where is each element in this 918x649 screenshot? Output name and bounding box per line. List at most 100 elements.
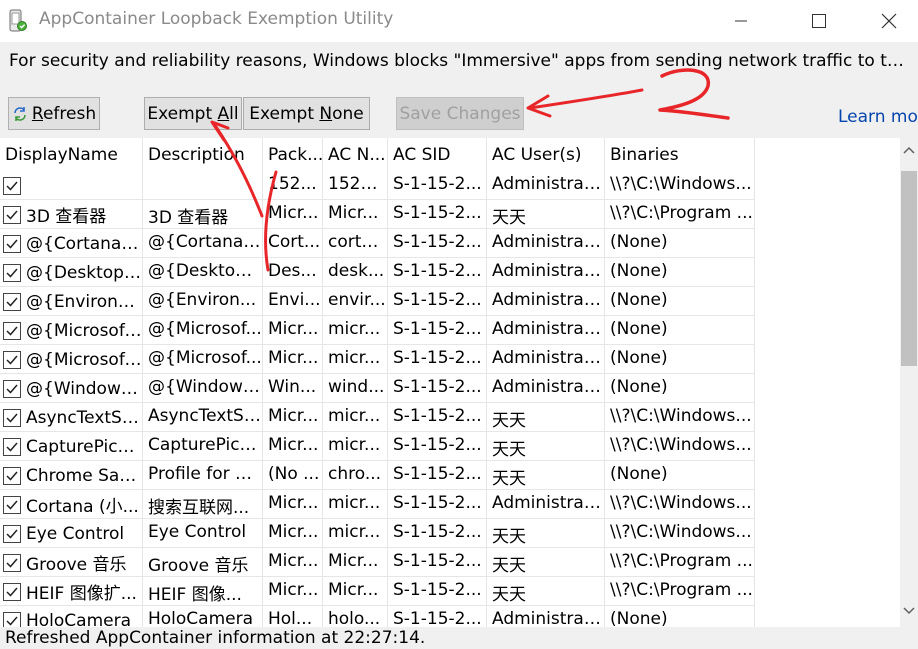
table-row[interactable]: @{Microsoft... @{Microsof... Micr... micr..… [0, 345, 755, 374]
display-name-text: @{CortanaLi... [26, 233, 142, 254]
checkmark-icon [6, 210, 18, 220]
table-cell: S-1-15-2... [388, 606, 487, 627]
annotation-scribble-2 [658, 68, 730, 120]
cell-display-name: Groove 音乐 [0, 548, 143, 577]
table-cell: (None) [605, 606, 755, 627]
column-header[interactable]: AC User(s) [487, 138, 605, 171]
table-cell: S-1-15-2... [388, 403, 487, 432]
table-cell: (None) [605, 374, 755, 403]
exempt-checkbox[interactable] [3, 553, 21, 572]
table-cell: (None) [605, 287, 755, 316]
exempt-checkbox[interactable] [3, 495, 21, 514]
exempt-checkbox[interactable] [3, 205, 21, 224]
table-row[interactable]: @{DesktopV... @{Desktop... Des... desk... S-… [0, 258, 755, 287]
exempt-all-button[interactable]: Exempt All [144, 97, 242, 130]
exempt-checkbox[interactable] [3, 466, 21, 485]
maximize-button[interactable] [788, 0, 850, 42]
column-header[interactable]: Pack... [263, 138, 323, 171]
display-name-text: Chrome San... [26, 465, 142, 486]
exempt-checkbox[interactable] [3, 408, 21, 427]
appcontainer-table[interactable]: DisplayName Description Pack... AC N... AC S… [0, 138, 900, 627]
close-button[interactable] [858, 0, 918, 42]
cell-display-name: @{Windows.... [0, 374, 143, 403]
table-cell: Win... [263, 374, 323, 403]
vertical-scrollbar[interactable] [900, 138, 918, 627]
table-cell: corta... [323, 229, 388, 258]
cell-display-name: AsyncTextSe... [0, 403, 143, 432]
exempt-checkbox[interactable] [3, 176, 21, 195]
scroll-up-button[interactable] [900, 144, 918, 160]
learn-more-link[interactable]: Learn mor [838, 107, 918, 127]
display-name-text: Groove 音乐 [26, 555, 127, 575]
table-cell: Administrat... [487, 490, 605, 519]
display-name-text: @{Microsoft... [26, 349, 142, 370]
checkmark-icon [6, 616, 18, 626]
cell-display-name: Eye Control [0, 519, 143, 548]
table-row[interactable]: @{Microsoft... @{Microsof... Micr... micr..… [0, 316, 755, 345]
column-header[interactable]: Description [143, 138, 263, 171]
table-row[interactable]: @{Windows.... @{Windows... Win... wind... S-… [0, 374, 755, 403]
display-name-text: @{Microsoft... [26, 320, 142, 341]
table-cell: (None) [605, 229, 755, 258]
exempt-checkbox[interactable] [3, 263, 21, 282]
app-icon [9, 9, 27, 32]
scroll-thumb[interactable] [901, 171, 917, 366]
exempt-checkbox[interactable] [3, 582, 21, 601]
table-row[interactable]: Groove 音乐 Groove 音乐 Micr... Micr... S-1-15-2… [0, 548, 755, 577]
checkmark-icon [6, 239, 18, 249]
table-cell: wind... [323, 374, 388, 403]
column-header[interactable]: AC N... [323, 138, 388, 171]
table-cell: Micr... [263, 403, 323, 432]
exempt-checkbox[interactable] [3, 321, 21, 340]
table-cell: \\?\C:\Windows... [605, 403, 755, 432]
table-cell: Hol... [263, 606, 323, 627]
table-cell: Profile for C... [143, 461, 263, 490]
table-row[interactable]: AsyncTextSe... AsyncTextSe... Micr... micr.… [0, 403, 755, 432]
table-cell: envir... [323, 287, 388, 316]
table-row[interactable]: Chrome San... Profile for C... (No ... chro… [0, 461, 755, 490]
table-cell: S-1-15-2... [388, 548, 487, 577]
column-header[interactable]: DisplayName [0, 138, 143, 171]
table-cell: S-1-15-2... [388, 490, 487, 519]
column-header[interactable]: Binaries [605, 138, 755, 171]
minimize-button[interactable] [710, 0, 772, 42]
table-cell: desk... [323, 258, 388, 287]
table-row[interactable]: CapturePicker CapturePicker Micr... micr...… [0, 432, 755, 461]
table-cell: micr... [323, 490, 388, 519]
table-row[interactable]: HEIF 图像扩... HEIF 图像... Micr... Micr... S-1-1… [0, 577, 755, 606]
exempt-checkbox[interactable] [3, 379, 21, 398]
table-cell: \\?\C:\Windows... [605, 171, 755, 200]
annotation-arrowhead [526, 94, 552, 118]
table-cell: \\?\C:\Windows... [605, 432, 755, 461]
table-row[interactable]: @{Environm... @{Environ... Envi... envir...… [0, 287, 755, 316]
table-cell: HoloCamera [143, 606, 263, 627]
checkmark-icon [6, 529, 18, 539]
exempt-checkbox[interactable] [3, 524, 21, 543]
scroll-down-button[interactable] [900, 605, 918, 621]
table-row[interactable]: @{CortanaLi... @{CortanaLi... Cort... corta… [0, 229, 755, 258]
table-row[interactable]: Cortana (小... 搜索互联网... Micr... micr... S-1-1… [0, 490, 755, 519]
checkmark-icon [6, 471, 18, 481]
table-row[interactable]: Eye Control Eye Control Micr... micr... S-1-… [0, 519, 755, 548]
table-cell: @{Desktop... [143, 258, 263, 287]
display-name-text: HEIF 图像扩... [26, 584, 137, 604]
table-cell: HEIF 图像... [143, 577, 263, 606]
table-row[interactable]: 3D 查看器 3D 查看器 Micr... Micr... S-1-15-2... 天天 \… [0, 200, 755, 229]
chevron-down-icon [903, 607, 915, 615]
table-cell: \\?\C:\Windows... [605, 519, 755, 548]
exempt-checkbox[interactable] [3, 611, 21, 627]
table-cell: (None) [605, 316, 755, 345]
column-header[interactable]: AC SID [388, 138, 487, 171]
table-cell: chro... [323, 461, 388, 490]
exempt-checkbox[interactable] [3, 350, 21, 369]
exempt-checkbox[interactable] [3, 437, 21, 456]
exempt-none-button[interactable]: Exempt None [243, 97, 370, 130]
save-changes-button[interactable]: Save Changes [396, 97, 524, 130]
table-row[interactable]: 152... 1527... S-1-15-2... Administrat... \\… [0, 171, 755, 200]
exempt-checkbox[interactable] [3, 234, 21, 253]
exempt-checkbox[interactable] [3, 292, 21, 311]
cell-display-name: CapturePicker [0, 432, 143, 461]
table-cell: S-1-15-2... [388, 287, 487, 316]
refresh-button[interactable]: Refresh [8, 97, 100, 130]
table-row[interactable]: HoloCamera HoloCamera Hol... holo... S-1-15-… [0, 606, 755, 627]
